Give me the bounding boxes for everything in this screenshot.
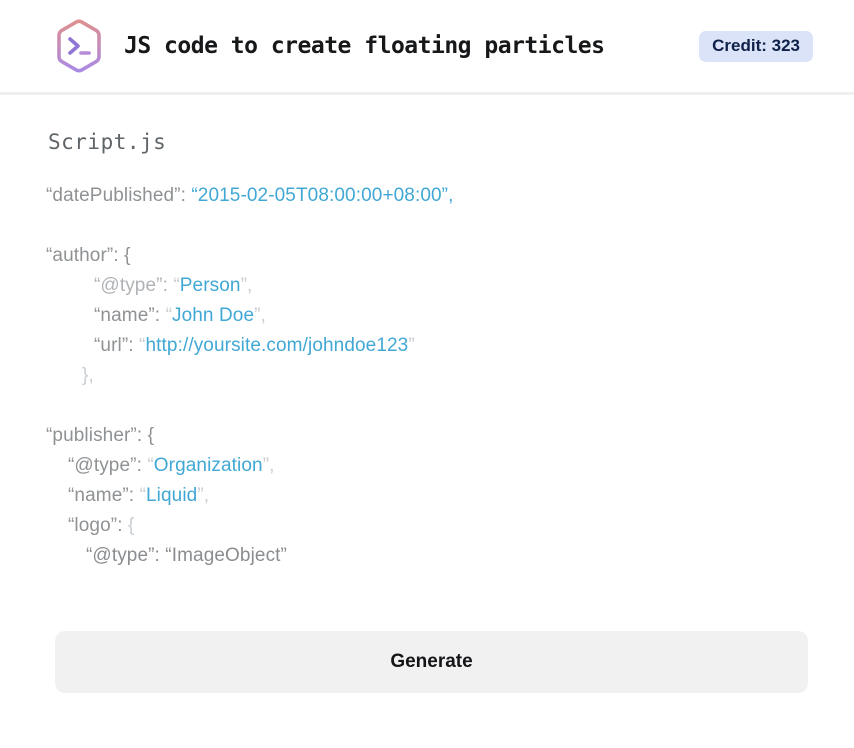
code-segment: Liquid bbox=[146, 485, 198, 506]
code-segment: ” bbox=[408, 335, 415, 356]
code-segment: “@type” bbox=[68, 455, 137, 476]
code-segment: “author”: { bbox=[46, 245, 131, 266]
generate-button[interactable]: Generate bbox=[55, 631, 808, 693]
code-segment: “name” bbox=[94, 305, 155, 326]
code-segment: : bbox=[154, 305, 166, 326]
code-segment: Organization bbox=[153, 455, 263, 476]
code-line: “name”: “John Doe”, bbox=[46, 301, 808, 331]
code-segment: ”, bbox=[262, 455, 275, 476]
code-line: “publisher”: { bbox=[46, 421, 808, 451]
file-name-heading: Script.js bbox=[48, 130, 167, 154]
code-segment: : bbox=[136, 455, 148, 476]
code-segment: “url” bbox=[94, 335, 129, 356]
code-line: “url”: “http://yoursite.com/johndoe123” bbox=[46, 331, 808, 361]
footer: Generate bbox=[0, 571, 854, 693]
code-line: “logo”: { bbox=[46, 511, 808, 541]
code-segment: : bbox=[128, 335, 140, 356]
code-segment: John Doe bbox=[172, 305, 255, 326]
code-segment: : bbox=[128, 485, 140, 506]
page-title: JS code to create floating particles bbox=[124, 33, 605, 59]
code-segment: “logo” bbox=[68, 515, 118, 536]
code-segment: “2015-02-05T08:00:00+08:00”, bbox=[191, 185, 454, 206]
code-segment: { bbox=[127, 515, 135, 536]
code-segment: }, bbox=[82, 365, 94, 386]
code-segment: “datePublished” bbox=[46, 185, 181, 206]
main-content: Script.js “datePublished”: “2015-02-05T0… bbox=[0, 130, 854, 571]
code-segment: “@type”: “ImageObject” bbox=[86, 545, 287, 566]
code-line: }, bbox=[46, 361, 808, 391]
code-segment: : bbox=[117, 515, 128, 536]
code-segment: ”, bbox=[240, 275, 253, 296]
credit-badge: Credit: 323 bbox=[699, 30, 813, 62]
code-segment: “@type” bbox=[94, 275, 163, 296]
code-line: “@type”: “ImageObject” bbox=[46, 541, 808, 571]
code-segment: ”, bbox=[254, 305, 266, 326]
code-segment: : bbox=[180, 185, 192, 206]
code-line: “@type”: “Person”, bbox=[46, 271, 808, 301]
code-segment: “publisher”: { bbox=[46, 425, 155, 446]
header: JS code to create floating particles Cre… bbox=[0, 0, 854, 95]
code-line: “@type”: “Organization”, bbox=[46, 451, 808, 481]
code-block: “datePublished”: “2015-02-05T08:00:00+08… bbox=[46, 181, 808, 571]
code-line: “datePublished”: “2015-02-05T08:00:00+08… bbox=[46, 181, 808, 211]
terminal-prompt-hexagon-icon bbox=[57, 19, 101, 73]
code-segment: http://yoursite.com/johndoe123 bbox=[145, 335, 409, 356]
code-segment: Person bbox=[179, 275, 241, 296]
code-line: “name”: “Liquid”, bbox=[46, 481, 808, 511]
code-segment: ”, bbox=[197, 485, 210, 506]
code-segment: : bbox=[162, 275, 174, 296]
code-line: “author”: { bbox=[46, 241, 808, 271]
code-segment: “name” bbox=[68, 485, 129, 506]
